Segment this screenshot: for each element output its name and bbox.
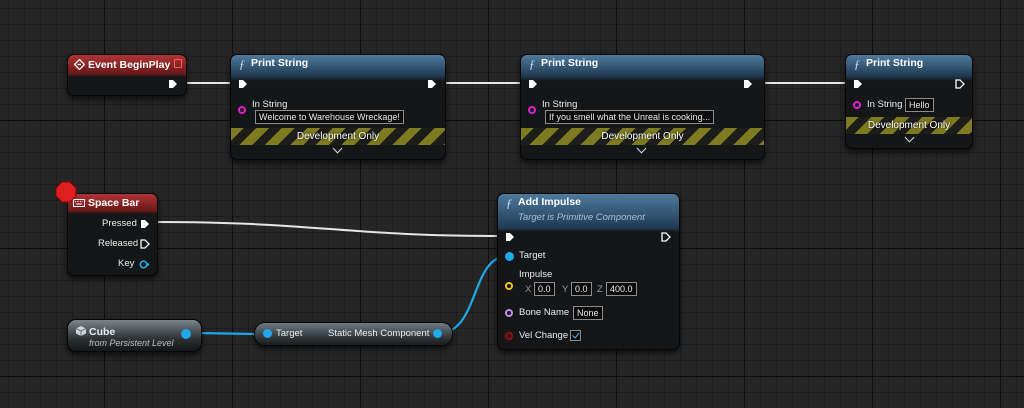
cube-subtitle: from Persistent Level [89, 338, 174, 348]
key-label: Key [118, 258, 135, 269]
getter-target-label: Target [276, 328, 303, 339]
vel-change-label: Vel Change [519, 330, 569, 341]
getter-output-pin[interactable] [433, 329, 442, 338]
print-string-node-1[interactable]: ƒ Print String In String Welcome to Ware… [230, 54, 446, 160]
vel-change-bool-pin[interactable] [505, 332, 513, 340]
impulse-z-input[interactable]: 400.0 [606, 282, 637, 296]
space-bar-node[interactable]: Space Bar Pressed Released Key [67, 193, 158, 276]
pressed-exec-pin[interactable] [140, 219, 150, 229]
print-string-node-3[interactable]: ƒ Print String In String Hello Developme… [845, 54, 973, 149]
in-string-label: In String [252, 99, 288, 110]
exec-in-pin[interactable] [853, 79, 863, 89]
released-exec-pin[interactable] [140, 239, 150, 249]
add-impulse-header[interactable]: ƒ Add Impulse Target is Primitive Compon… [498, 194, 679, 232]
function-icon: ƒ [239, 57, 245, 71]
print-string-node-2[interactable]: ƒ Print String In String If you smell wh… [520, 54, 765, 160]
impulse-y-input[interactable]: 0.0 [571, 282, 592, 296]
print-string-1-header[interactable]: ƒ Print String [231, 55, 445, 81]
event-delegate-icon[interactable] [174, 59, 182, 68]
in-string-pin[interactable] [853, 101, 861, 109]
expand-chevron-icon[interactable] [636, 143, 647, 154]
impulse-x-input[interactable]: 0.0 [534, 282, 555, 296]
exec-out-pin[interactable] [427, 79, 437, 89]
add-impulse-subtitle: Target is Primitive Component [518, 212, 645, 223]
impulse-vector-pin[interactable] [505, 282, 513, 290]
in-string-pin[interactable] [238, 106, 246, 114]
vel-change-checkbox[interactable] [570, 330, 581, 341]
cube-icon [75, 326, 87, 336]
event-beginplay-header[interactable]: Event BeginPlay [68, 55, 186, 77]
exec-in-pin[interactable] [528, 79, 538, 89]
getter-output-label: Static Mesh Component [328, 328, 430, 339]
bone-name-pin[interactable] [505, 309, 513, 317]
exec-in-pin[interactable] [505, 232, 515, 242]
print-string-3-title: Print String [866, 57, 924, 69]
space-bar-header[interactable]: Space Bar [68, 194, 157, 214]
development-only-label: Development Only [296, 131, 380, 142]
cube-output-pin[interactable] [181, 329, 191, 339]
event-beginplay-node[interactable]: Event BeginPlay [67, 54, 187, 96]
getter-target-pin[interactable] [263, 329, 272, 338]
cube-variable-node[interactable]: Cube from Persistent Level [67, 319, 202, 352]
in-string-input[interactable]: Welcome to Warehouse Wreckage! [255, 110, 404, 124]
function-icon: ƒ [529, 57, 535, 71]
in-string-label: In String [542, 99, 578, 110]
impulse-label: Impulse [519, 269, 553, 280]
development-only-label: Development Only [601, 131, 684, 142]
key-struct-pin[interactable] [139, 260, 150, 269]
cube-title: Cube [89, 326, 116, 338]
bone-name-label: Bone Name [519, 307, 570, 318]
space-bar-title: Space Bar [88, 197, 140, 209]
exec-out-pin[interactable] [743, 79, 753, 89]
print-string-3-header[interactable]: ƒ Print String [846, 55, 972, 81]
exec-out-pin[interactable] [661, 232, 671, 242]
print-string-1-title: Print String [251, 57, 309, 69]
target-label: Target [519, 250, 546, 261]
breakpoint-icon[interactable] [55, 181, 77, 203]
in-string-input[interactable]: If you smell what the Unreal is cooking.… [545, 110, 715, 124]
exec-wire-pressed-to-addimpulse [152, 221, 507, 237]
event-beginplay-title: Event BeginPlay [88, 59, 171, 71]
impulse-z-label: Z [597, 284, 603, 295]
in-string-label: In String [867, 99, 903, 110]
expand-chevron-icon[interactable] [904, 132, 915, 143]
exec-out-pin[interactable] [955, 79, 965, 89]
released-label: Released [98, 238, 139, 249]
event-diamond-icon [74, 59, 85, 70]
impulse-x-label: X [525, 284, 532, 295]
pressed-label: Pressed [102, 218, 137, 229]
in-string-input[interactable]: Hello [905, 98, 934, 112]
exec-out-pin[interactable] [168, 79, 178, 89]
in-string-pin[interactable] [528, 106, 536, 114]
impulse-y-label: Y [562, 284, 569, 295]
function-icon: ƒ [854, 57, 860, 71]
add-impulse-node[interactable]: ƒ Add Impulse Target is Primitive Compon… [497, 193, 680, 350]
function-icon: ƒ [506, 196, 512, 210]
add-impulse-title: Add Impulse [518, 196, 582, 208]
print-string-2-title: Print String [541, 57, 599, 69]
static-mesh-component-getter-node[interactable]: Target Static Mesh Component [254, 322, 453, 346]
print-string-2-header[interactable]: ƒ Print String [521, 55, 764, 81]
bone-name-input[interactable]: None [573, 306, 603, 320]
target-object-pin[interactable] [505, 252, 514, 261]
expand-chevron-icon[interactable] [332, 143, 343, 154]
exec-in-pin[interactable] [238, 79, 248, 89]
